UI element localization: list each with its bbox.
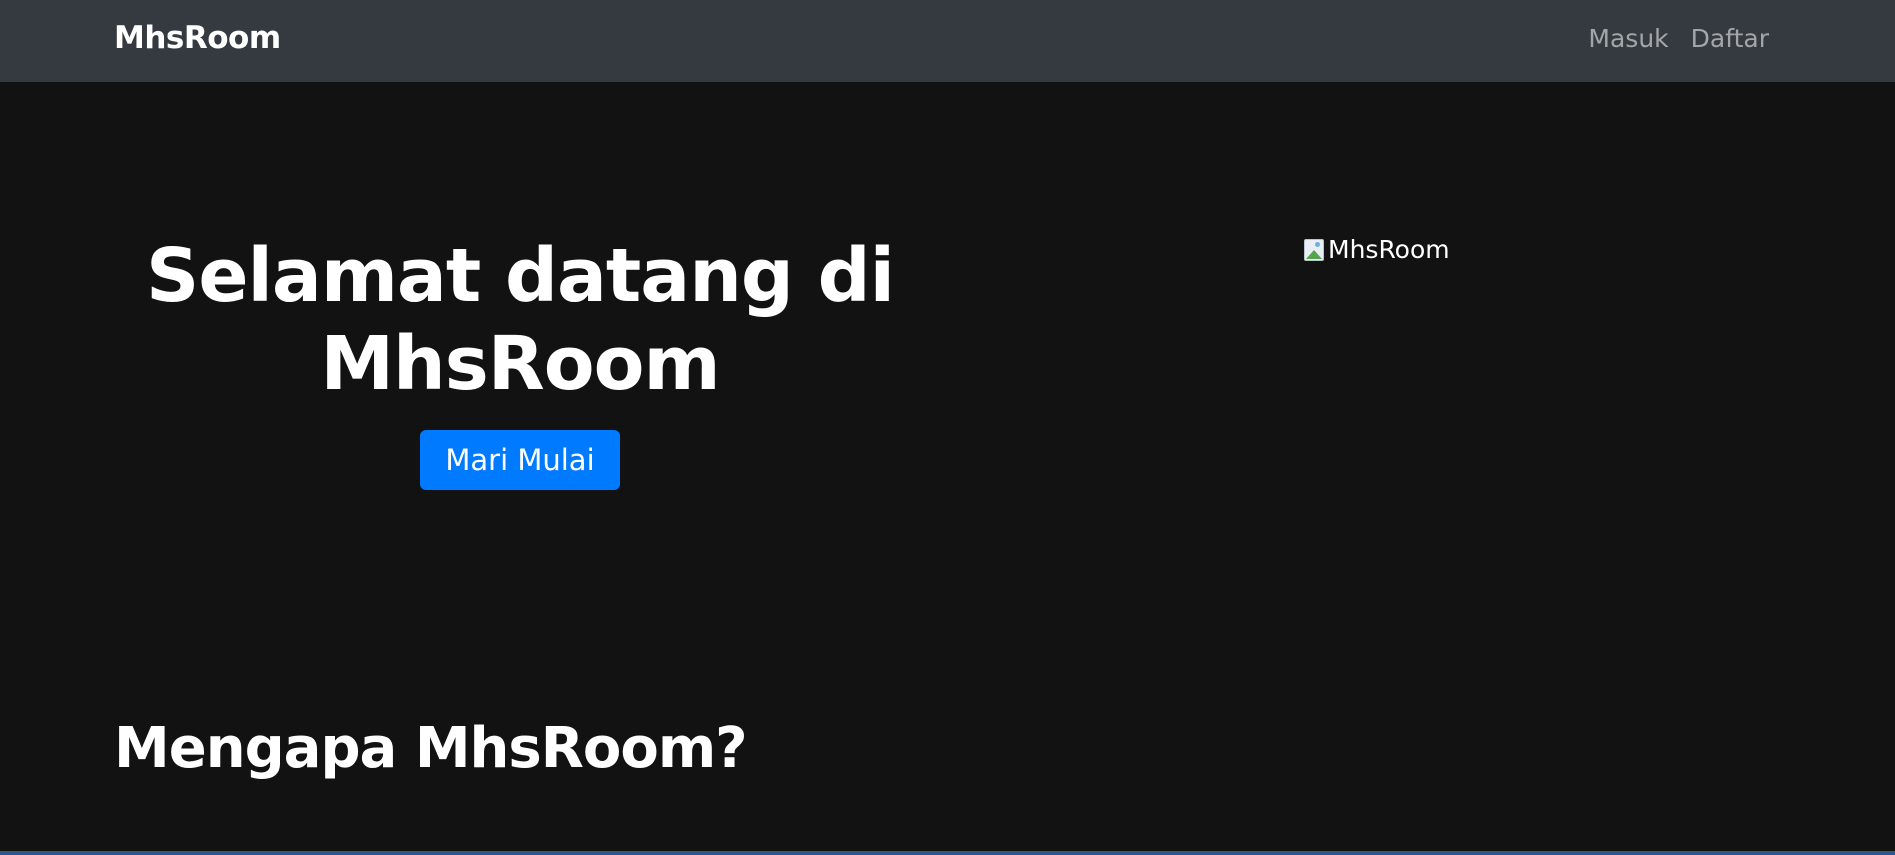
hero-title: Selamat datang di MhsRoom <box>146 233 895 407</box>
bottom-divider <box>0 851 1895 855</box>
section-title: Mengapa MhsRoom? <box>114 716 748 781</box>
broken-image-icon <box>1304 238 1324 261</box>
hero-content: Selamat datang di MhsRoom Mari Mulai <box>114 232 926 490</box>
nav-link-daftar[interactable]: Daftar <box>1691 24 1769 53</box>
get-started-button[interactable]: Mari Mulai <box>420 430 620 490</box>
nav-links: Masuk Daftar <box>1588 24 1769 53</box>
hero-image: MhsRoom <box>1304 235 1450 264</box>
navbar: MhsRoom Masuk Daftar <box>0 0 1895 82</box>
hero-image-alt-text: MhsRoom <box>1328 235 1450 264</box>
nav-link-masuk[interactable]: Masuk <box>1588 24 1668 53</box>
brand-logo[interactable]: MhsRoom <box>114 20 281 56</box>
